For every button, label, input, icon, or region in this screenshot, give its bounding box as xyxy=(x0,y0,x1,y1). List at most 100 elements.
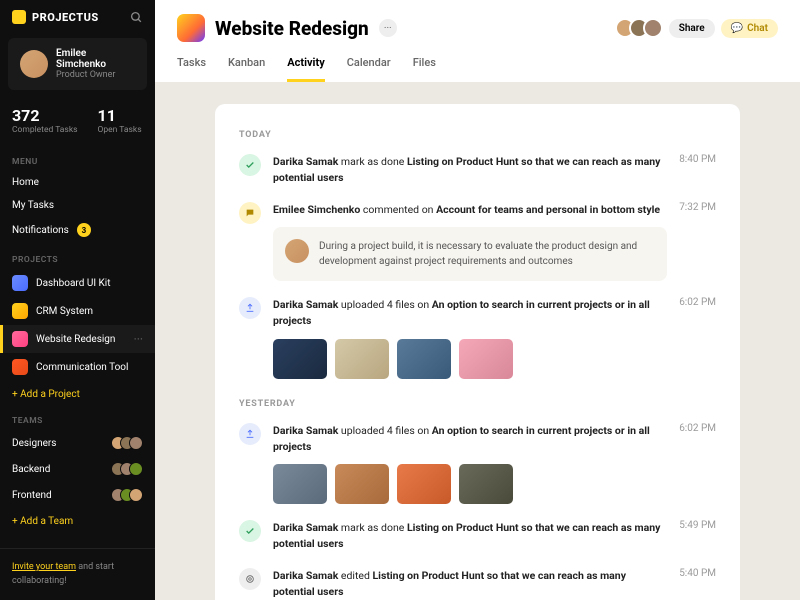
team-avatars xyxy=(116,436,143,450)
menu-item-label: My Tasks xyxy=(12,200,54,211)
tab-tasks[interactable]: Tasks xyxy=(177,56,206,82)
tab-files[interactable]: Files xyxy=(413,56,436,82)
activity-time: 6:02 PM xyxy=(679,297,716,379)
projects-heading: PROJECTS xyxy=(0,247,155,269)
team-label: Designers xyxy=(12,438,56,449)
attachment-thumb[interactable] xyxy=(335,339,389,379)
project-item[interactable]: Communication Tool xyxy=(0,353,155,381)
project-icon xyxy=(12,331,28,347)
completed-label: Completed Tasks xyxy=(12,125,78,135)
brand[interactable]: PROJECTUS xyxy=(12,10,99,24)
search-icon[interactable] xyxy=(130,11,143,24)
team-avatars xyxy=(116,488,143,502)
activity-item: Darika Samak edited Listing on Product H… xyxy=(239,568,716,600)
avatar xyxy=(129,462,143,476)
attachment-thumbs xyxy=(273,464,667,504)
menu-item-label: Home xyxy=(12,177,39,188)
team-item[interactable]: Frontend xyxy=(0,482,155,508)
profile-name: Emilee Simchenko xyxy=(56,48,135,70)
activity-text: Darika Samak edited Listing on Product H… xyxy=(273,568,667,600)
project-item[interactable]: Dashboard UI Kit xyxy=(0,269,155,297)
activity-text: Darika Samak mark as done Listing on Pro… xyxy=(273,520,667,552)
project-logo xyxy=(177,14,205,42)
brand-text: PROJECTUS xyxy=(32,11,99,24)
activity-text: Darika Samak mark as done Listing on Pro… xyxy=(273,154,667,186)
project-label: Website Redesign xyxy=(36,334,115,345)
team-avatars xyxy=(116,462,143,476)
header: Website Redesign ··· Share 💬 Chat Tasks K… xyxy=(155,0,800,82)
menu-item[interactable]: Home xyxy=(0,171,155,194)
team-item[interactable]: Backend xyxy=(0,456,155,482)
add-team-button[interactable]: + Add a Team xyxy=(0,510,155,533)
menu-item[interactable]: Notifications 3 xyxy=(0,217,155,243)
project-item[interactable]: CRM System xyxy=(0,297,155,325)
notification-badge: 3 xyxy=(77,223,91,237)
project-icon xyxy=(12,275,28,291)
tabs: Tasks Kanban Activity Calendar Files xyxy=(177,56,778,82)
profile-card[interactable]: Emilee Simchenko Product Owner xyxy=(8,38,147,90)
avatar xyxy=(20,50,48,78)
teams-heading: TEAMS xyxy=(0,408,155,430)
sidebar: PROJECTUS Emilee Simchenko Product Owner… xyxy=(0,0,155,600)
attachment-thumb[interactable] xyxy=(397,339,451,379)
avatar xyxy=(285,239,309,263)
activity-item: Darika Samak mark as done Listing on Pro… xyxy=(239,154,716,186)
upload-icon xyxy=(239,423,261,445)
project-label: CRM System xyxy=(36,306,93,317)
team-item[interactable]: Designers xyxy=(0,430,155,456)
today-heading: TODAY xyxy=(239,130,716,140)
page-title: Website Redesign xyxy=(215,17,369,40)
activity-time: 5:49 PM xyxy=(679,520,716,552)
attachment-thumb[interactable] xyxy=(459,339,513,379)
activity-time: 6:02 PM xyxy=(679,423,716,505)
activity-text: Darika Samak uploaded 4 files on An opti… xyxy=(273,297,667,379)
done-icon xyxy=(239,520,261,542)
project-label: Communication Tool xyxy=(36,362,128,373)
activity-text: Emilee Simchenko commented on Account fo… xyxy=(273,202,667,282)
activity-text: Darika Samak uploaded 4 files on An opti… xyxy=(273,423,667,505)
chat-icon: 💬 xyxy=(731,23,743,34)
activity-item: Darika Samak uploaded 4 files on An opti… xyxy=(239,423,716,505)
avatar xyxy=(129,488,143,502)
tab-kanban[interactable]: Kanban xyxy=(228,56,265,82)
attachment-thumb[interactable] xyxy=(459,464,513,504)
attachment-thumb[interactable] xyxy=(397,464,451,504)
attachment-thumb[interactable] xyxy=(335,464,389,504)
activity-time: 7:32 PM xyxy=(679,202,716,282)
menu-item-label: Notifications xyxy=(12,225,69,236)
tab-activity[interactable]: Activity xyxy=(287,56,325,82)
member-avatars[interactable] xyxy=(621,18,663,38)
brand-logo xyxy=(12,10,26,24)
tab-calendar[interactable]: Calendar xyxy=(347,56,391,82)
attachment-thumb[interactable] xyxy=(273,339,327,379)
open-count: 11 xyxy=(98,106,142,125)
project-item[interactable]: Website Redesign ··· xyxy=(0,325,155,353)
project-label: Dashboard UI Kit xyxy=(36,278,111,289)
attachment-thumbs xyxy=(273,339,667,379)
avatar xyxy=(643,18,663,38)
activity-time: 8:40 PM xyxy=(679,154,716,186)
activity-item: Darika Samak uploaded 4 files on An opti… xyxy=(239,297,716,379)
attachment-thumb[interactable] xyxy=(273,464,327,504)
comment-icon xyxy=(239,202,261,224)
done-icon xyxy=(239,154,261,176)
menu-item[interactable]: My Tasks xyxy=(0,194,155,217)
comment-box: During a project build, it is necessary … xyxy=(273,227,667,281)
completed-count: 372 xyxy=(12,106,78,125)
yesterday-heading: YESTERDAY xyxy=(239,399,716,409)
main: Website Redesign ··· Share 💬 Chat Tasks K… xyxy=(155,0,800,600)
menu-heading: MENU xyxy=(0,149,155,171)
chat-button[interactable]: 💬 Chat xyxy=(721,19,778,38)
activity-feed: TODAY Darika Samak mark as done Listing … xyxy=(215,104,740,600)
share-button[interactable]: Share xyxy=(669,19,715,38)
add-project-button[interactable]: + Add a Project xyxy=(0,383,155,406)
team-label: Frontend xyxy=(12,490,52,501)
invite-link[interactable]: Invite your team xyxy=(12,562,76,572)
sidebar-footer: Invite your team and start collaborating… xyxy=(0,548,155,600)
edit-icon xyxy=(239,568,261,590)
project-more-icon[interactable]: ··· xyxy=(134,332,143,346)
activity-item: Darika Samak mark as done Listing on Pro… xyxy=(239,520,716,552)
avatar xyxy=(129,436,143,450)
project-more-button[interactable]: ··· xyxy=(379,19,397,37)
comment-text: During a project build, it is necessary … xyxy=(319,239,655,269)
